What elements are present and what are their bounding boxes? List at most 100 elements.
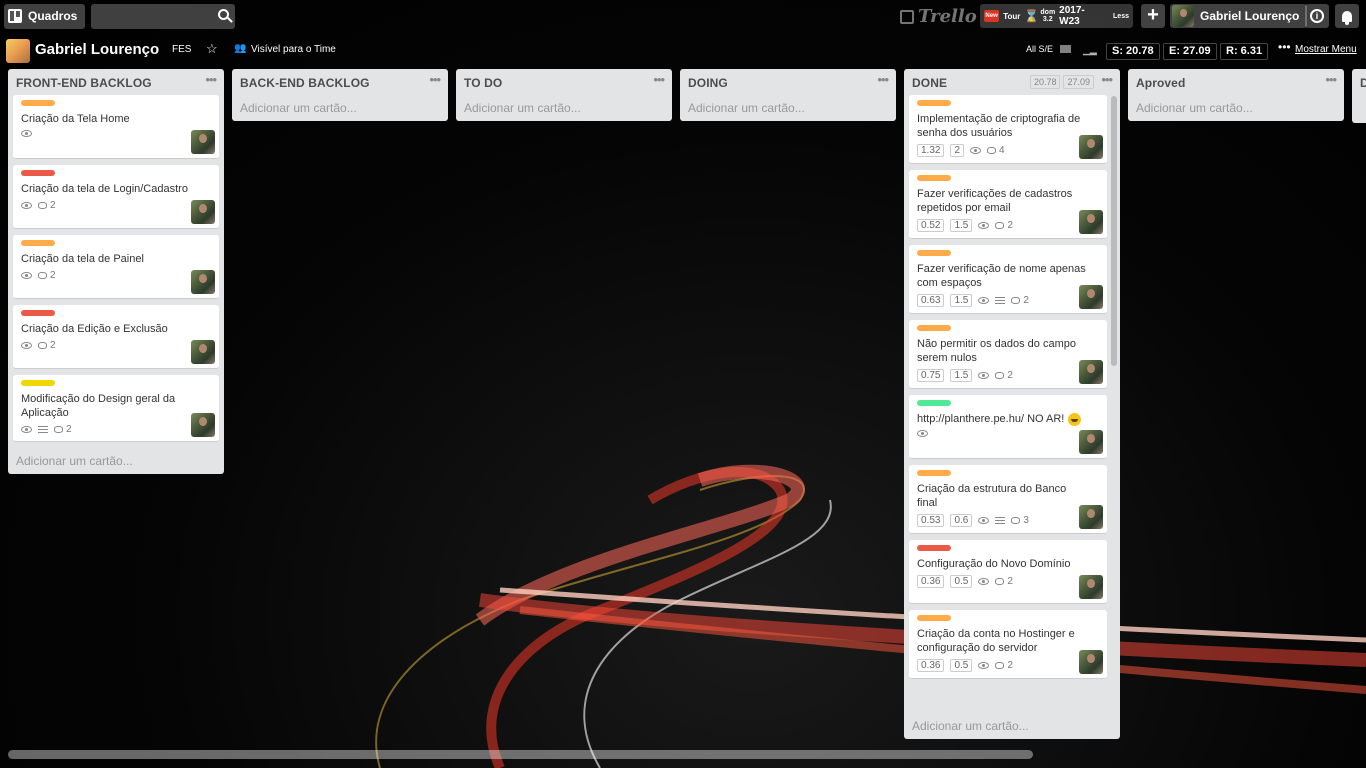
list-title[interactable]: FRONT-END BACKLOG [16, 76, 152, 90]
list-title[interactable]: Aproved [1136, 76, 1185, 90]
member-avatar[interactable] [191, 340, 215, 364]
card[interactable]: Fazer verificações de cadastros repetido… [909, 170, 1107, 239]
add-card-link[interactable]: Adicionar um cartão... [1128, 95, 1344, 121]
card[interactable]: Criação da tela de Login/Cadastro 2 [13, 165, 219, 229]
card[interactable]: Não permitir os dados do campo serem nul… [909, 320, 1107, 389]
list-header[interactable]: DONE 20.78 27.09 ••• [904, 69, 1120, 95]
card-title[interactable]: http://planthere.pe.hu/ NO AR! [917, 412, 1087, 426]
card[interactable]: Criação da conta no Hostinger e configur… [909, 610, 1107, 679]
card-title[interactable]: Fazer verificação de nome apenas com esp… [917, 262, 1087, 290]
list-menu-icon[interactable]: ••• [877, 72, 889, 87]
card[interactable]: Criação da Tela Home [13, 95, 219, 159]
card-title[interactable]: Implementação de criptografia de senha d… [917, 112, 1087, 140]
card-title[interactable]: Não permitir os dados do campo serem nul… [917, 337, 1087, 365]
card-title[interactable]: Criação da estrutura do Banco final [917, 482, 1087, 510]
list-title[interactable]: D [1360, 76, 1366, 90]
member-avatar[interactable] [1079, 575, 1103, 599]
card-title[interactable]: Fazer verificações de cadastros repetido… [917, 187, 1087, 215]
card[interactable]: Criação da Edição e Exclusão 2 [13, 305, 219, 369]
card-title[interactable]: Criação da Tela Home [21, 112, 191, 126]
trello-logo[interactable]: Trello [900, 6, 977, 27]
member-avatar[interactable] [191, 270, 215, 294]
list-header[interactable]: D [1352, 69, 1366, 95]
card-label[interactable] [21, 310, 55, 316]
card-label[interactable] [21, 240, 55, 246]
card-label[interactable] [21, 170, 55, 176]
trend-icon[interactable]: ▁▂ [1083, 45, 1097, 56]
list-header[interactable]: BACK-END BACKLOG ••• [232, 69, 448, 95]
add-button[interactable]: + [1141, 4, 1165, 28]
board-team[interactable]: FES [172, 44, 191, 55]
add-card-link[interactable]: Adicionar um cartão... [8, 448, 224, 474]
card-label[interactable] [917, 175, 951, 181]
less-toggle[interactable]: Less [1113, 13, 1129, 20]
card[interactable]: Criação da tela de Painel 2 [13, 235, 219, 299]
info-button[interactable]: i [1305, 4, 1329, 28]
member-avatar[interactable] [1079, 505, 1103, 529]
search-input[interactable] [91, 3, 236, 29]
list-menu-icon[interactable]: ••• [653, 72, 665, 87]
show-menu-link[interactable]: Mostrar Menu [1295, 44, 1357, 55]
add-card-link[interactable]: Adicionar um cartão... [904, 713, 1120, 739]
card-label[interactable] [917, 615, 951, 621]
search-icon[interactable] [218, 8, 230, 20]
list-title[interactable]: DOING [688, 76, 728, 90]
list-scrollbar[interactable] [1111, 96, 1117, 366]
card-title[interactable]: Criação da Edição e Exclusão [21, 322, 191, 336]
visibility-label[interactable]: Visível para o Time [251, 44, 336, 55]
card-title[interactable]: Criação da conta no Hostinger e configur… [917, 627, 1087, 655]
card-label[interactable] [917, 100, 951, 106]
notifications-button[interactable] [1335, 4, 1359, 28]
add-card-link[interactable]: Adicionar um cartão... [456, 95, 672, 121]
member-avatar[interactable] [1079, 210, 1103, 234]
card[interactable]: Implementação de criptografia de senha d… [909, 95, 1107, 164]
list-menu-icon[interactable]: ••• [1325, 72, 1337, 87]
user-menu-button[interactable]: Gabriel Lourenço [1170, 4, 1308, 28]
time-tracker-widget[interactable]: New Tour ⌛ dom 3.2 2017-W23 Less [980, 4, 1133, 28]
list-header[interactable]: Aproved ••• [1128, 69, 1344, 95]
list-title[interactable]: DONE [912, 76, 947, 90]
card-label[interactable] [917, 325, 951, 331]
card-title[interactable]: Criação da tela de Painel [21, 252, 191, 266]
card[interactable]: Criação da estrutura do Banco final 0.53 0… [909, 465, 1107, 534]
member-avatar[interactable] [191, 413, 215, 437]
add-card-link[interactable]: Adicionar um cartão... [680, 95, 896, 121]
card-label[interactable] [21, 100, 55, 106]
list-header[interactable]: FRONT-END BACKLOG ••• [8, 69, 224, 95]
card-label[interactable] [21, 380, 55, 386]
card-title[interactable]: Modificação do Design geral da Aplicação [21, 392, 191, 420]
list-title[interactable]: BACK-END BACKLOG [240, 76, 370, 90]
card[interactable]: Configuração do Novo Domínio 0.36 0.5 2 [909, 540, 1107, 604]
card-label[interactable] [917, 470, 951, 476]
member-avatar[interactable] [1079, 135, 1103, 159]
menu-dots-icon[interactable]: ••• [1278, 40, 1291, 54]
card-label[interactable] [917, 400, 951, 406]
tour-link[interactable]: Tour [1003, 12, 1020, 21]
card-title[interactable]: Configuração do Novo Domínio [917, 557, 1087, 571]
chart-icon[interactable] [1060, 45, 1071, 53]
list-menu-icon[interactable]: ••• [1101, 72, 1113, 87]
card[interactable]: Modificação do Design geral da Aplicação… [13, 375, 219, 442]
all-se-label[interactable]: All S/E [1026, 44, 1053, 54]
board-horizontal-scrollbar[interactable] [8, 750, 1033, 759]
list-title[interactable]: TO DO [464, 76, 502, 90]
star-icon[interactable]: ☆ [206, 41, 218, 57]
list-header[interactable]: DOING ••• [680, 69, 896, 95]
add-card-link[interactable]: Adicionar um cartão... [232, 95, 448, 121]
list-menu-icon[interactable]: ••• [205, 72, 217, 87]
member-avatar[interactable] [1079, 430, 1103, 454]
member-avatar[interactable] [191, 200, 215, 224]
member-avatar[interactable] [191, 130, 215, 154]
card-label[interactable] [917, 545, 951, 551]
member-avatar[interactable] [1079, 360, 1103, 384]
boards-button[interactable]: Quadros [4, 3, 86, 29]
member-avatar[interactable] [1079, 650, 1103, 674]
card[interactable]: http://planthere.pe.hu/ NO AR! [909, 395, 1107, 459]
list-header[interactable]: TO DO ••• [456, 69, 672, 95]
member-avatar[interactable] [1079, 285, 1103, 309]
card[interactable]: Fazer verificação de nome apenas com esp… [909, 245, 1107, 314]
board-title[interactable]: Gabriel Lourenço [35, 41, 159, 58]
card-title[interactable]: Criação da tela de Login/Cadastro [21, 182, 191, 196]
card-label[interactable] [917, 250, 951, 256]
list-menu-icon[interactable]: ••• [429, 72, 441, 87]
